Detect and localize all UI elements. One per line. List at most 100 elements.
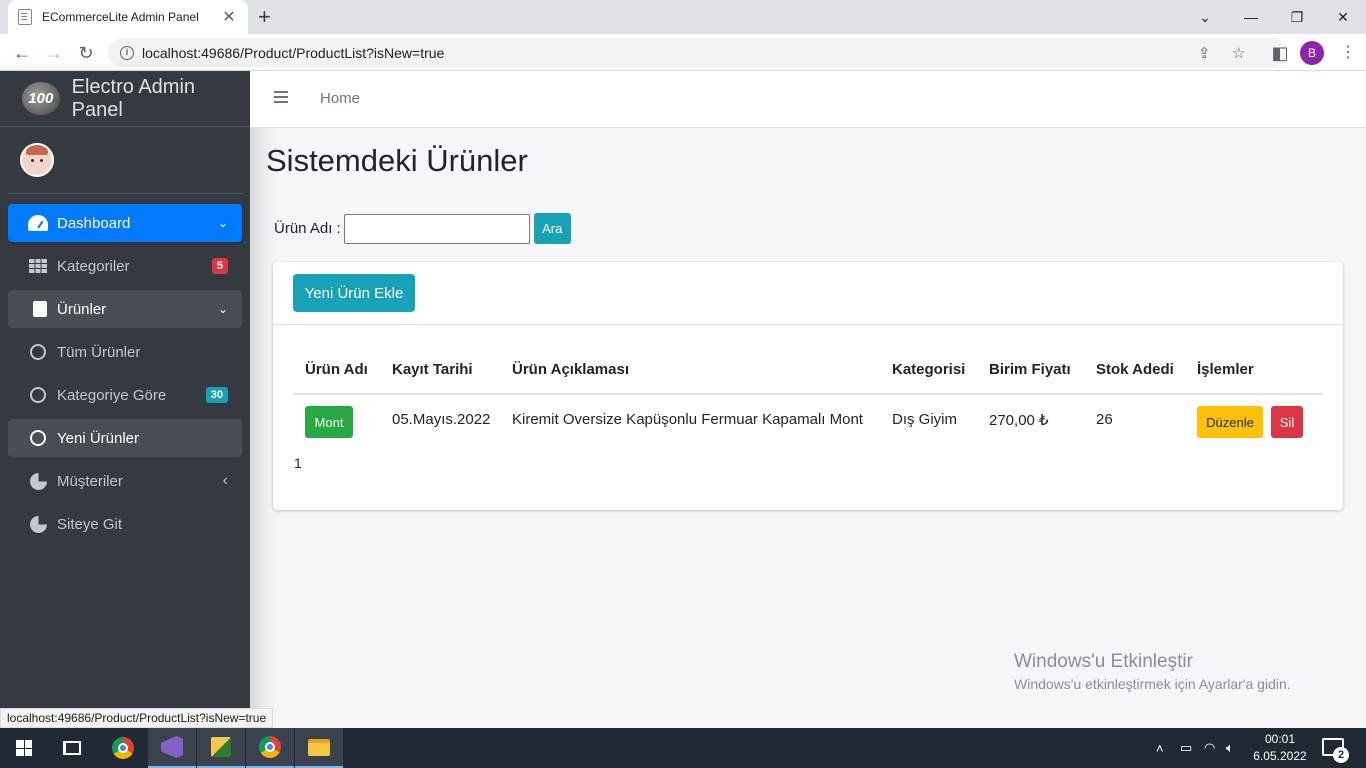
taskbar-visual-studio[interactable] <box>148 728 196 768</box>
brand-logo: 100 <box>22 82 60 115</box>
circle-icon <box>28 344 48 360</box>
taskbar-chrome[interactable] <box>99 728 147 768</box>
maximize-button[interactable]: ❐ <box>1274 0 1320 34</box>
column-header-price: Birim Fiyatı <box>989 361 1071 378</box>
products-card: Yeni Ürün Ekle Ürün Adı Kayıt Tarihi Ürü… <box>273 262 1343 510</box>
cell-description: Kiremit Oversize Kapüşonlu Fermuar Kapam… <box>512 411 863 428</box>
browser-menu-icon[interactable]: ⋮ <box>1340 42 1356 62</box>
forward-button[interactable]: → <box>42 41 66 65</box>
tab-search-chevron-icon[interactable]: ⌄ <box>1182 0 1228 34</box>
column-header-name: Ürün Adı <box>305 361 368 378</box>
system-clock[interactable]: 00:01 6.05.2022 <box>1252 731 1308 765</box>
battery-icon[interactable]: ▭ <box>1180 728 1192 768</box>
column-header-description: Ürün Açıklaması <box>512 361 629 378</box>
close-window-button[interactable]: ✕ <box>1320 0 1366 34</box>
taskbar-file-explorer[interactable] <box>295 728 343 768</box>
sidebar-item-label: Ürünler <box>57 300 107 318</box>
cell-price: 270,00 ₺ <box>989 412 1049 429</box>
bookmark-star-icon[interactable]: ☆ <box>1232 38 1245 67</box>
sidebar-item-dashboard[interactable]: Dashboard ⌄ <box>8 204 242 242</box>
search-button[interactable]: Ara <box>533 213 571 244</box>
product-name-search-input[interactable] <box>343 213 530 244</box>
sidebar-item-siteye-git[interactable]: Siteye Git <box>8 505 242 543</box>
browser-toolbar: ← → ↻ i localhost:49686/Product/ProductL… <box>0 34 1366 71</box>
edit-button[interactable]: Düzenle <box>1197 406 1263 438</box>
site-info-icon[interactable]: i <box>120 45 134 60</box>
side-panel-icon[interactable]: ◧ <box>1268 41 1292 65</box>
circle-icon <box>28 387 48 403</box>
pie-chart-icon <box>28 515 48 533</box>
chevron-up-icon[interactable]: ˄ <box>1156 728 1164 768</box>
copy-icon <box>28 301 48 323</box>
sidebar-item-yeni-urunler[interactable]: Yeni Ürünler <box>8 419 242 457</box>
tab-title: ECommerceLite Admin Panel <box>42 10 199 24</box>
chevron-down-icon: ⌄ <box>217 302 228 316</box>
folder-icon <box>308 738 330 756</box>
task-view-icon <box>63 741 81 755</box>
sidebar-item-label: Siteye Git <box>57 515 123 533</box>
chevron-left-icon: ‹ <box>222 472 228 489</box>
grid-icon <box>28 259 48 273</box>
reload-button[interactable]: ↻ <box>74 41 98 65</box>
count-badge: 5 <box>211 258 228 274</box>
column-header-date: Kayıt Tarihi <box>392 361 473 378</box>
browser-tab[interactable]: ECommerceLite Admin Panel ✕ <box>8 0 248 34</box>
clock-time: 00:01 <box>1264 732 1296 746</box>
hamburger-menu-icon[interactable] <box>274 91 288 103</box>
search-form: Ürün Adı : Ara <box>274 213 571 244</box>
start-button[interactable] <box>0 728 48 768</box>
taskbar-chrome-active[interactable] <box>246 728 294 768</box>
minimize-button[interactable]: — <box>1228 0 1274 34</box>
sidebar-item-label: Yeni Ürünler <box>57 429 139 447</box>
task-view-button[interactable] <box>48 728 96 768</box>
sidebar-item-label: Müşteriler <box>57 472 123 490</box>
watermark-title: Windows'u Etkinleştir <box>1014 651 1193 672</box>
chrome-icon <box>112 737 134 759</box>
user-panel <box>8 127 242 194</box>
page-favicon-icon <box>18 9 32 25</box>
new-tab-button[interactable]: + <box>258 4 271 30</box>
pagination-page[interactable]: 1 <box>294 455 302 471</box>
sidebar-item-label: Tüm Ürünler <box>57 343 141 361</box>
back-button[interactable]: ← <box>10 41 34 65</box>
product-name-badge[interactable]: Mont <box>305 406 353 438</box>
add-product-button[interactable]: Yeni Ürün Ekle <box>293 274 415 312</box>
taskbar-app[interactable] <box>197 728 245 768</box>
windows-logo-icon <box>16 740 32 756</box>
brand-link[interactable]: 100 Electro Admin Panel <box>0 71 250 127</box>
volume-icon[interactable]: 🔈︎ <box>1226 728 1234 768</box>
delete-button[interactable]: Sil <box>1271 406 1303 438</box>
visual-studio-icon <box>161 736 183 758</box>
share-icon[interactable]: ⇪ <box>1198 38 1211 67</box>
sidebar-item-kategoriye-gore[interactable]: Kategoriye Göre 30 <box>8 376 242 414</box>
home-link[interactable]: Home <box>320 90 360 107</box>
cell-stock: 26 <box>1096 411 1113 428</box>
link-status-bar: localhost:49686/Product/ProductList?isNe… <box>0 708 274 728</box>
table-header-divider <box>293 393 1323 395</box>
card-header: Yeni Ürün Ekle <box>273 262 1343 325</box>
profile-avatar[interactable]: B <box>1300 41 1324 65</box>
sidebar-item-urunler[interactable]: Ürünler ⌄ <box>8 290 242 328</box>
sidebar: 100 Electro Admin Panel Dashboard ⌄ Kate… <box>0 71 250 728</box>
wifi-icon[interactable]: ◠ <box>1204 728 1215 768</box>
url-text[interactable]: localhost:49686/Product/ProductList?isNe… <box>142 45 444 61</box>
browser-tabstrip: ECommerceLite Admin Panel ✕ + ⌄ — ❐ ✕ <box>0 0 1366 34</box>
watermark-subtitle: Windows'u etkinleştirmek için Ayarlar'a … <box>1014 676 1291 692</box>
sidebar-item-tum-urunler[interactable]: Tüm Ürünler <box>8 333 242 371</box>
notification-count-badge: 2 <box>1333 747 1349 763</box>
sidebar-item-musteriler[interactable]: Müşteriler ‹ <box>8 462 242 500</box>
pie-chart-icon <box>28 472 48 490</box>
chrome-icon <box>259 736 281 758</box>
close-tab-icon[interactable]: ✕ <box>220 7 238 27</box>
sidebar-nav: Dashboard ⌄ Kategoriler 5 Ürünler ⌄ Tüm … <box>0 194 250 543</box>
sidebar-item-kategoriler[interactable]: Kategoriler 5 <box>8 247 242 285</box>
search-label: Ürün Adı : <box>274 220 341 237</box>
user-avatar[interactable] <box>20 143 54 177</box>
column-header-actions: İşlemler <box>1197 361 1254 378</box>
clock-date: 6.05.2022 <box>1253 749 1307 763</box>
windows-taskbar: ˄ ▭ ◠ 🔈︎ 00:01 6.05.2022 2 <box>0 728 1366 768</box>
tachometer-icon <box>28 215 48 231</box>
column-header-stock: Stok Adedi <box>1096 361 1174 378</box>
address-bar[interactable]: i localhost:49686/Product/ProductList?is… <box>108 38 1288 67</box>
count-badge: 30 <box>205 387 228 403</box>
